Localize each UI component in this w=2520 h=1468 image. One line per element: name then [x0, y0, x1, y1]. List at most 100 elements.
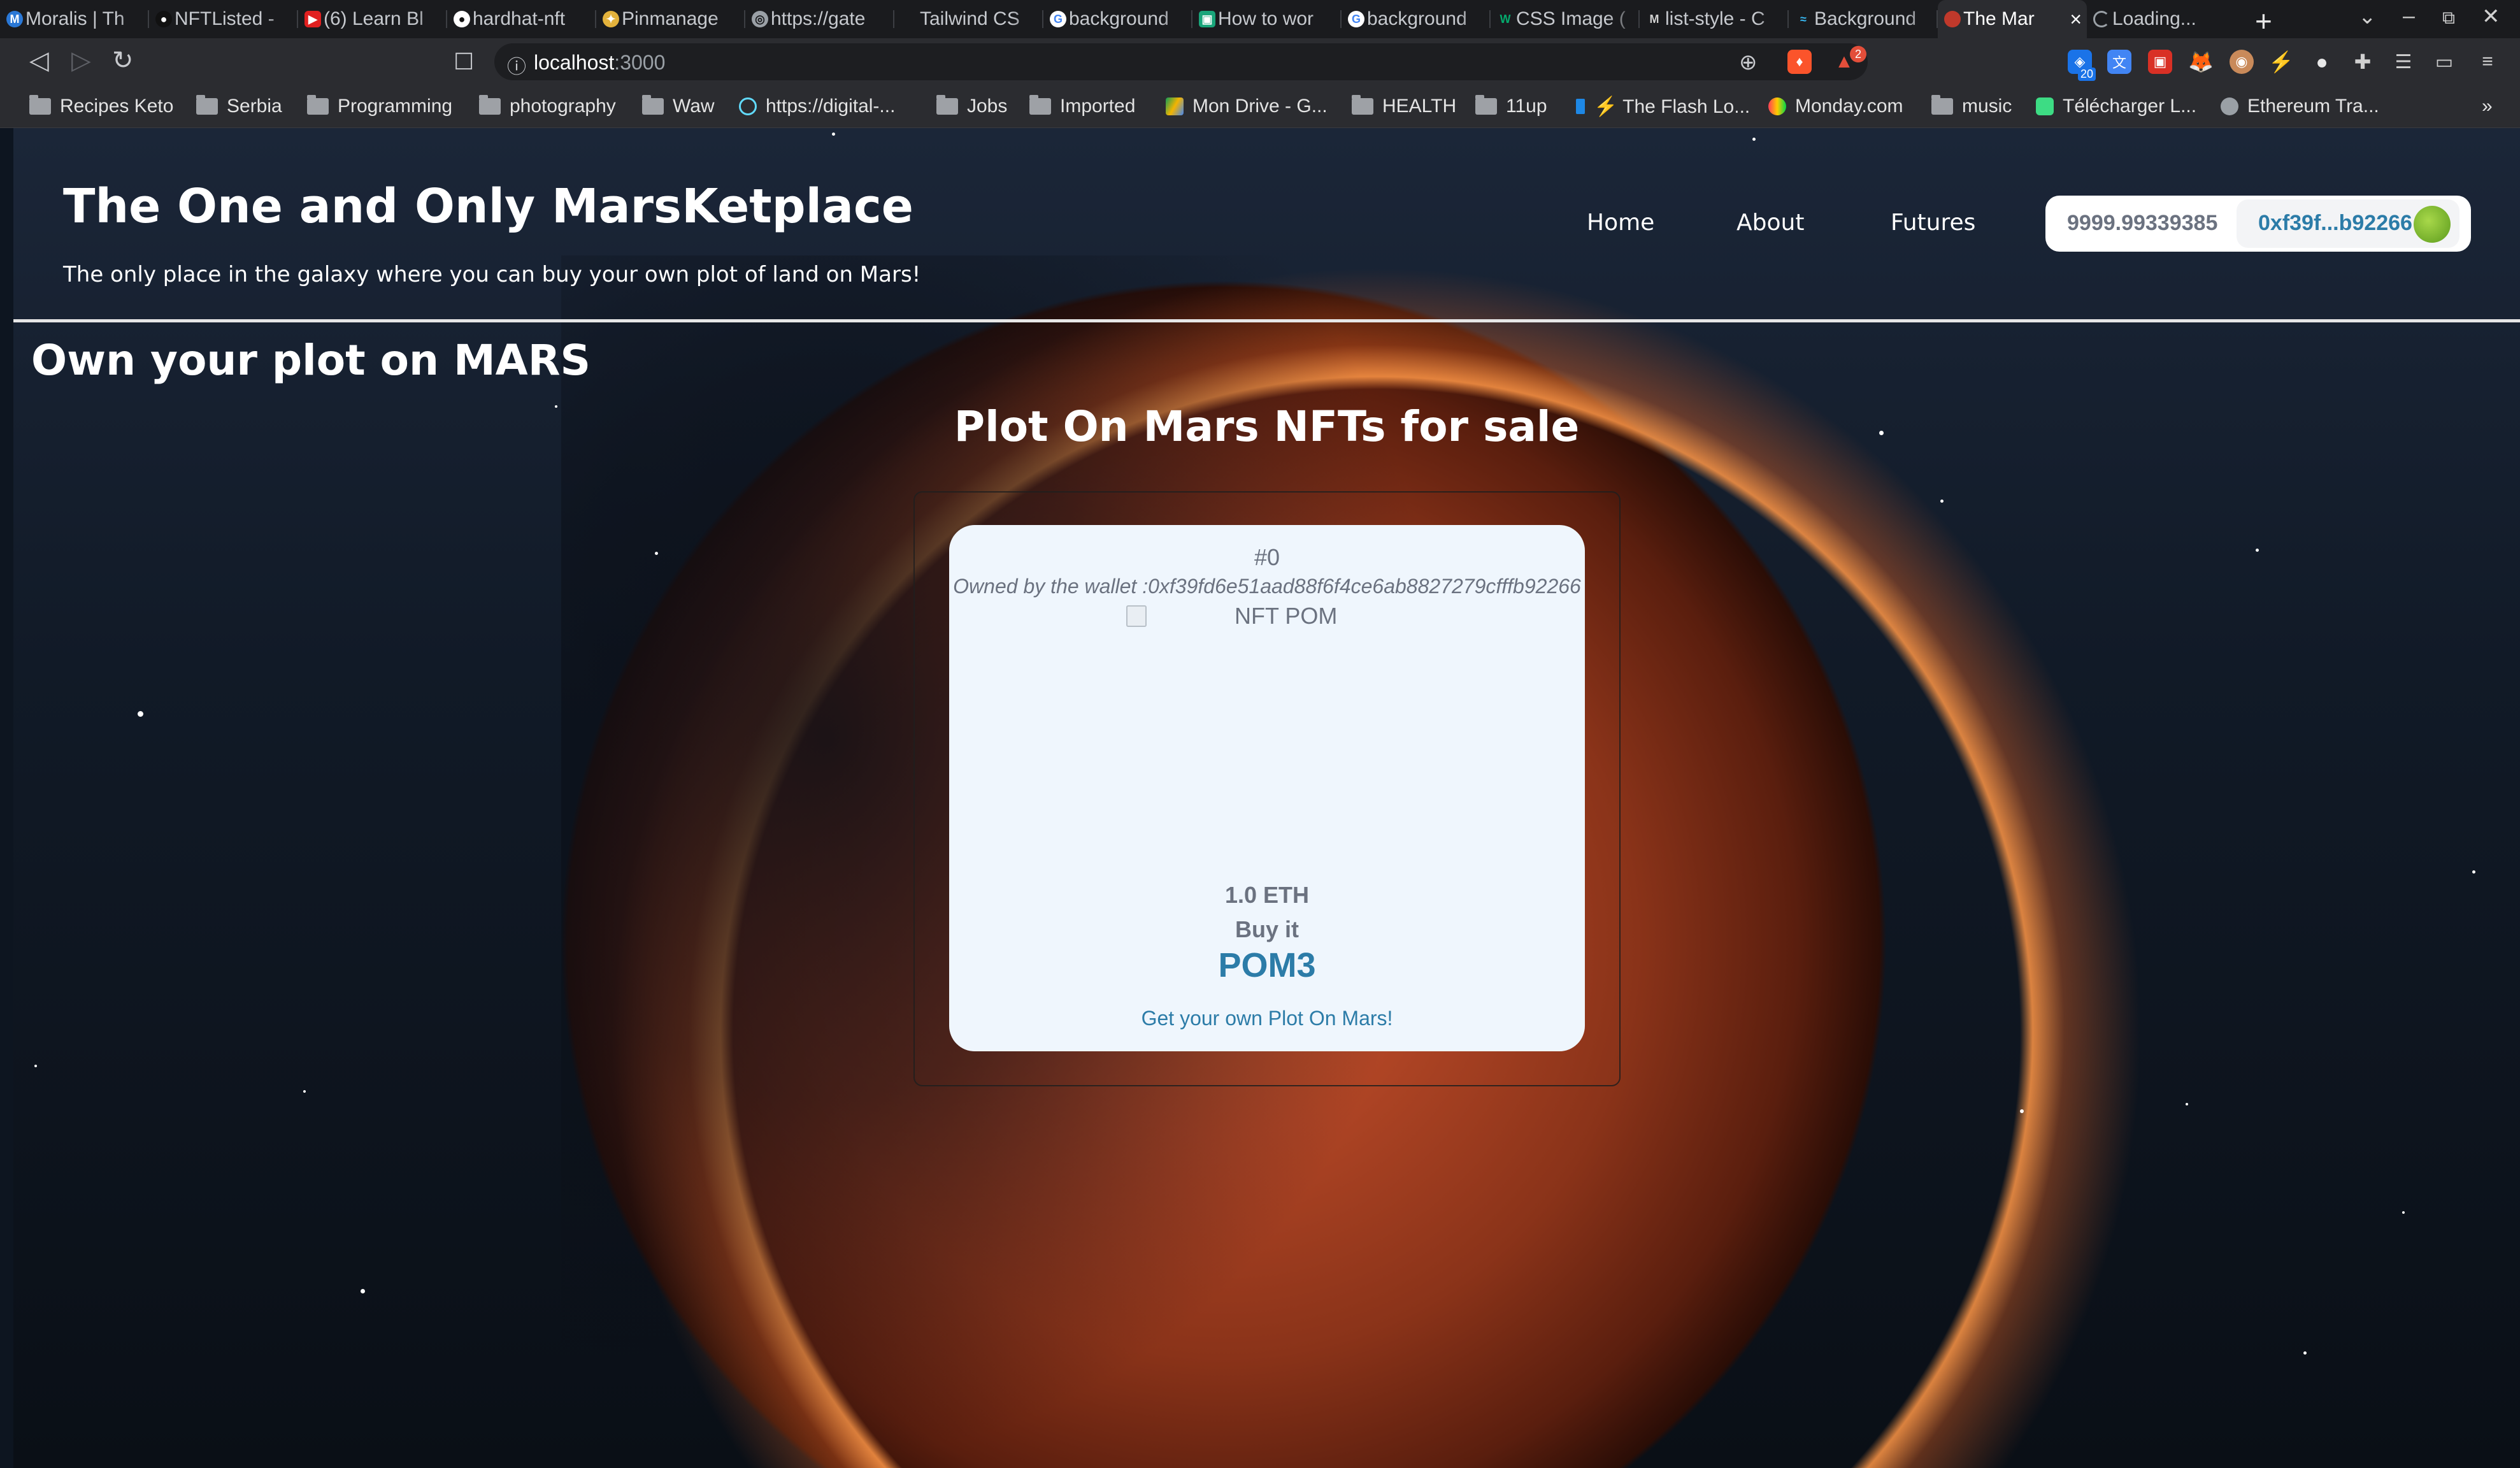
site-info-icon[interactable]: ⓘ — [507, 51, 526, 79]
mars-icon — [1944, 11, 1961, 27]
moralis-icon: M — [6, 11, 23, 27]
tab-title: background — [1367, 8, 1467, 29]
monday-icon — [1768, 97, 1786, 115]
tab-how-to-work[interactable]: ▣ How to wor — [1192, 0, 1342, 38]
bookmark-folder[interactable]: Imported — [1029, 94, 1135, 119]
translate-icon[interactable]: 文 — [2107, 50, 2131, 74]
close-window-button[interactable]: ✕ — [2482, 4, 2500, 29]
url-text[interactable]: localhost:3000 — [534, 51, 665, 75]
tab-gateway[interactable]: ◎ https://gate — [745, 0, 894, 38]
tab-title: Tailwind CS — [920, 8, 1020, 29]
tab-title: The Mar — [1963, 8, 2035, 29]
star — [2020, 1109, 2024, 1113]
medium-icon: ● — [155, 11, 172, 27]
tab-moralis[interactable]: M Moralis | Th — [0, 0, 149, 38]
star — [2402, 1211, 2405, 1214]
bookmark-link[interactable]: Monday.com — [1768, 94, 1903, 119]
extension-badge: 20 — [2078, 68, 2096, 81]
extensions-puzzle-icon[interactable]: ✚ — [2351, 50, 2375, 74]
star — [2186, 1103, 2188, 1105]
minimize-button[interactable]: – — [2403, 4, 2415, 29]
get-plot-link[interactable]: Get your own Plot On Mars! — [949, 1007, 1585, 1030]
brave-shields-icon[interactable]: ♦ — [1787, 50, 1812, 74]
bookmark-icon[interactable]: ☐ — [454, 48, 474, 75]
bookmark-folder[interactable]: Serbia — [196, 94, 282, 119]
nft-owner: Owned by the wallet :0xf39fd6e51aad88f6f… — [953, 575, 1581, 598]
wallet-connect-button[interactable]: 9999.99339385 0xf39f...b92266 — [2045, 196, 2471, 252]
reload-button[interactable]: ↻ — [112, 46, 134, 75]
folder-icon — [1352, 95, 1373, 115]
nav-home[interactable]: Home — [1587, 210, 1654, 236]
wallet-address-pill[interactable]: 0xf39f...b92266 — [2237, 199, 2459, 248]
tab-youtube[interactable]: ▶ (6) Learn Bl — [298, 0, 447, 38]
star — [361, 1289, 365, 1293]
tab-google-background-1[interactable]: Gbackground — [1043, 0, 1192, 38]
bookmark-link[interactable]: Ethereum Tra... — [2221, 94, 2379, 119]
tab-google-background-2[interactable]: Gbackground — [1342, 0, 1491, 38]
close-tab-icon[interactable]: × — [2070, 8, 2082, 31]
tab-the-mars-active[interactable]: The Mar × — [1938, 0, 2087, 38]
restore-button[interactable]: ⧉ — [2442, 8, 2455, 29]
tab-tailwind-css[interactable]: Tailwind CS — [894, 0, 1043, 38]
wallet-balance: 9999.99339385 — [2067, 211, 2218, 235]
new-tab-button[interactable]: + — [2255, 4, 2272, 38]
bookmarks-bar: Recipes Keto Serbia Programming photogra… — [0, 86, 2520, 128]
nav-about[interactable]: About — [1736, 210, 1804, 236]
folder-icon — [307, 95, 329, 115]
bookmark-folder[interactable]: music — [1931, 94, 2012, 119]
more-bookmarks-chevron-icon[interactable]: » — [2482, 94, 2493, 119]
forward-button[interactable]: ▷ — [71, 46, 91, 75]
tab-github[interactable]: ● hardhat-nft — [447, 0, 596, 38]
bookmark-folder[interactable]: Programming — [307, 94, 452, 119]
nft-price: 1.0 ETH — [1224, 882, 1310, 908]
playlist-icon[interactable]: ☰ — [2391, 50, 2416, 74]
extension-icon[interactable]: ▣ — [2148, 50, 2172, 74]
mars-page: The One and Only MarsKetplace The only p… — [13, 128, 2520, 1468]
nft-image: NFT POM — [1126, 603, 1337, 629]
nft-token-id: #0 — [1254, 544, 1280, 570]
nft-card[interactable]: #0 Owned by the wallet :0xf39fd6e51aad88… — [949, 525, 1585, 1051]
star — [2472, 870, 2475, 874]
star — [34, 1065, 37, 1067]
w3-icon: W — [1500, 12, 1511, 25]
bookmark-folder[interactable]: Recipes Keto — [29, 94, 173, 119]
tab-loading[interactable]: Loading... — [2087, 0, 2236, 38]
extension-icon[interactable]: ◉ — [2230, 50, 2254, 74]
tab-title: How to wor — [1218, 8, 1314, 29]
lightning-icon[interactable]: ⚡ — [2268, 50, 2294, 74]
tab-nftlisted[interactable]: ● NFTListed - — [149, 0, 298, 38]
address-bar[interactable]: ⓘ localhost:3000 ⊕ ♦ ▲ 2 — [494, 43, 1868, 80]
back-button[interactable]: ◁ — [29, 46, 49, 75]
bookmark-folder[interactable]: HEALTH — [1352, 94, 1456, 119]
bookmark-folder[interactable]: Waw — [642, 94, 715, 119]
tab-background-tailwind[interactable]: ≈ Background — [1789, 0, 1938, 38]
tailwind-icon: ≈ — [1800, 12, 1807, 25]
tab-title: (6) Learn Bl — [324, 8, 424, 29]
tab-list-chevron-icon[interactable]: ⌄ — [2358, 4, 2377, 29]
bookmark-link[interactable]: https://digital-... — [739, 94, 895, 119]
nav-futures[interactable]: Futures — [1891, 210, 1975, 236]
menu-icon[interactable]: ≡ — [2475, 50, 2500, 74]
metamask-icon[interactable]: 🦊 — [2188, 50, 2214, 74]
site-title: The One and Only MarsKetplace — [63, 179, 913, 234]
zoom-icon[interactable]: ⊕ — [1739, 50, 1758, 75]
buy-button[interactable]: Buy it — [949, 916, 1585, 943]
google-icon: G — [1050, 11, 1066, 27]
wallet-icon[interactable]: ▭ — [2432, 50, 2456, 74]
tab-list-style[interactable]: Mlist-style - C — [1640, 0, 1789, 38]
tab-title: background — [1069, 8, 1169, 29]
nft-name: POM3 — [1218, 946, 1316, 984]
nft-image-alt: NFT POM — [1235, 603, 1338, 629]
tab-title: Background — [1814, 8, 1917, 29]
star — [655, 552, 658, 555]
bookmark-link[interactable]: Mon Drive - G... — [1166, 94, 1328, 119]
tab-pinata[interactable]: ✦ Pinmanage — [596, 0, 745, 38]
bookmark-link[interactable]: Télécharger L... — [2036, 94, 2196, 119]
ghost-icon[interactable]: ● — [2310, 50, 2334, 74]
bookmark-folder[interactable]: photography — [479, 94, 616, 119]
folder-icon — [29, 95, 51, 115]
tab-css-image[interactable]: W CSS Image ( — [1491, 0, 1640, 38]
bookmark-link[interactable]: ⚡ The Flash Lo... — [1576, 94, 1750, 119]
bookmark-folder[interactable]: 11up — [1475, 94, 1547, 119]
bookmark-folder[interactable]: Jobs — [936, 94, 1007, 119]
